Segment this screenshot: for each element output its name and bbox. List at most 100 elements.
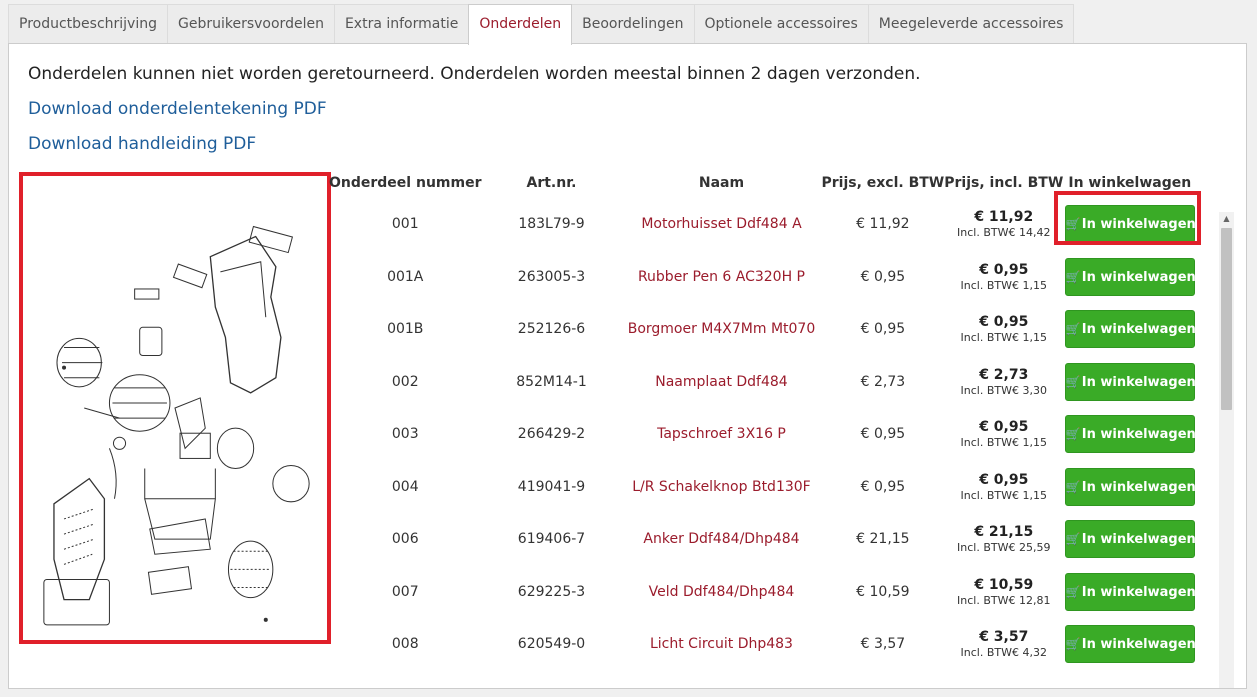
table-row: 008 620549-0 Licht Circuit Dhp483 € 3,57 € 3… — [329, 618, 1196, 671]
tab-extra-informatie[interactable]: Extra informatie — [333, 4, 470, 43]
cart-icon: 🛒 — [1065, 532, 1081, 547]
price-incl-btw: Incl. BTW€ 14,42 — [944, 226, 1063, 239]
tab-onderdelen[interactable]: Onderdelen — [468, 4, 573, 45]
cart-cell: 🛒In winkelwagen — [1063, 513, 1196, 566]
scrollbar-thumb[interactable] — [1221, 228, 1232, 410]
add-to-cart-button[interactable]: 🛒In winkelwagen — [1064, 310, 1196, 349]
price-excl: € 0,95 — [860, 268, 906, 285]
incl-btw-label: Incl. BTW — [960, 488, 1012, 502]
part-name-link[interactable]: Borgmoer M4X7Mm Mt070 — [628, 321, 816, 337]
art-number: 852M14-1 — [516, 373, 587, 390]
incl-btw-value: € 3,30 — [1012, 383, 1047, 397]
part-name-link[interactable]: Anker Ddf484/Dhp484 — [643, 531, 799, 547]
incl-btw-value: € 12,81 — [1008, 593, 1051, 607]
incl-btw-value: € 14,42 — [1008, 226, 1051, 240]
parts-exploded-drawing — [19, 172, 331, 644]
add-to-cart-button[interactable]: 🛒In winkelwagen — [1064, 572, 1196, 611]
table-scrollbar[interactable]: ▲ ▼ — [1219, 212, 1234, 688]
part-name-link[interactable]: Licht Circuit Dhp483 — [650, 636, 793, 652]
add-to-cart-button[interactable]: 🛒In winkelwagen — [1064, 625, 1196, 664]
add-to-cart-label: In winkelwagen — [1081, 427, 1196, 443]
add-to-cart-button[interactable]: 🛒In winkelwagen — [1064, 362, 1196, 401]
incl-btw-value: € 1,15 — [1012, 436, 1047, 450]
part-name-link[interactable]: Motorhuisset Ddf484 A — [641, 216, 801, 232]
incl-btw-label: Incl. BTW — [960, 278, 1012, 292]
part-name-link[interactable]: Naamplaat Ddf484 — [655, 374, 787, 390]
tab-optionele-accessoires[interactable]: Optionele accessoires — [693, 4, 869, 43]
part-name-link[interactable]: L/R Schakelknop Btd130F — [632, 479, 810, 495]
header-price-incl: Prijs, incl. BTW — [944, 175, 1064, 191]
price-excl: € 0,95 — [860, 478, 906, 495]
part-number: 001A — [387, 268, 424, 285]
art-number: 183L79-9 — [518, 216, 585, 233]
price-incl-btw: Incl. BTW€ 25,59 — [944, 541, 1063, 554]
art-number: 252126-6 — [517, 321, 586, 338]
tab-meegeleverde-accessoires[interactable]: Meegeleverde accessoires — [867, 4, 1075, 43]
header-cart: In winkelwagen — [1068, 175, 1192, 191]
incl-btw-value: € 1,15 — [1012, 488, 1047, 502]
header-name: Naam — [698, 175, 745, 191]
cart-cell: 🛒In winkelwagen — [1063, 566, 1196, 619]
price-incl-btw: Incl. BTW€ 3,30 — [944, 384, 1063, 397]
header-art-number: Art.nr. — [526, 175, 577, 191]
part-number: 006 — [391, 531, 419, 548]
incl-btw-label: Incl. BTW — [960, 436, 1012, 450]
incl-btw-label: Incl. BTW — [960, 331, 1012, 345]
tab-productbeschrijving[interactable]: Productbeschrijving — [8, 4, 168, 43]
tab-gebruikersvoordelen[interactable]: Gebruikersvoordelen — [167, 4, 335, 43]
part-name-link[interactable]: Tapschroef 3X16 P — [657, 426, 786, 442]
cart-icon: 🛒 — [1065, 217, 1081, 232]
cart-icon: 🛒 — [1065, 374, 1081, 389]
cart-cell: 🛒In winkelwagen — [1063, 303, 1196, 356]
cart-cell: 🛒In winkelwagen — [1063, 461, 1196, 514]
parts-table: Onderdeel nummer Art.nr. Naam Prijs, exc… — [329, 168, 1196, 671]
price-incl-cell: € 11,92 Incl. BTW€ 14,42 — [944, 198, 1063, 251]
price-excl: € 0,95 — [860, 321, 906, 338]
add-to-cart-button[interactable]: 🛒In winkelwagen — [1064, 257, 1196, 296]
price-incl: € 11,92 — [974, 209, 1034, 226]
table-row: 001B 252126-6 Borgmoer M4X7Mm Mt070 € 0,95 €… — [329, 303, 1196, 356]
tab-bar: Productbeschrijving Gebruikersvoordelen Ex… — [8, 4, 1075, 45]
cart-icon: 🛒 — [1065, 637, 1081, 652]
price-excl: € 11,92 — [856, 216, 910, 233]
price-incl-btw: Incl. BTW€ 1,15 — [944, 489, 1063, 502]
add-to-cart-label: In winkelwagen — [1081, 374, 1196, 390]
part-name-cell: Tapschroef 3X16 P — [621, 408, 821, 461]
incl-btw-value: € 1,15 — [1012, 278, 1047, 292]
part-name-cell: Anker Ddf484/Dhp484 — [621, 513, 821, 566]
price-incl-cell: € 0,95 Incl. BTW€ 1,15 — [944, 408, 1063, 461]
add-to-cart-button[interactable]: 🛒In winkelwagen — [1064, 205, 1196, 244]
table-row: 004 419041-9 L/R Schakelknop Btd130F € 0,95… — [329, 461, 1196, 514]
part-name-cell: Motorhuisset Ddf484 A — [621, 198, 821, 251]
tab-beoordelingen[interactable]: Beoordelingen — [571, 4, 695, 43]
part-name-link[interactable]: Veld Ddf484/Dhp484 — [649, 584, 795, 600]
part-number: 001 — [391, 216, 419, 233]
incl-btw-label: Incl. BTW — [960, 383, 1012, 397]
price-incl-cell: € 2,73 Incl. BTW€ 3,30 — [944, 356, 1063, 409]
price-incl-cell: € 0,95 Incl. BTW€ 1,15 — [944, 461, 1063, 514]
part-number: 003 — [391, 426, 419, 443]
arrow-up-icon[interactable]: ▲ — [1219, 212, 1234, 226]
art-number: 263005-3 — [517, 268, 586, 285]
price-incl-cell: € 0,95 Incl. BTW€ 1,15 — [944, 251, 1063, 304]
price-excl: € 3,57 — [860, 636, 906, 653]
price-incl: € 0,95 — [979, 314, 1029, 331]
price-incl-btw: Incl. BTW€ 12,81 — [944, 594, 1063, 607]
table-row: 001 183L79-9 Motorhuisset Ddf484 A € 11,92 €… — [329, 198, 1196, 251]
download-drawing-link[interactable]: Download onderdelentekening PDF — [28, 99, 327, 119]
price-incl: € 0,95 — [979, 471, 1029, 488]
add-to-cart-button[interactable]: 🛒In winkelwagen — [1064, 520, 1196, 559]
add-to-cart-label: In winkelwagen — [1081, 322, 1196, 338]
price-incl: € 10,59 — [974, 576, 1034, 593]
incl-btw-label: Incl. BTW — [960, 646, 1012, 660]
part-name-link[interactable]: Rubber Pen 6 AC320H P — [638, 269, 805, 285]
part-number: 001B — [387, 321, 424, 338]
price-incl-cell: € 21,15 Incl. BTW€ 25,59 — [944, 513, 1063, 566]
table-row: 003 266429-2 Tapschroef 3X16 P € 0,95 € 0,95… — [329, 408, 1196, 461]
incl-btw-label: Incl. BTW — [957, 541, 1009, 555]
download-manual-link[interactable]: Download handleiding PDF — [28, 134, 256, 154]
cart-cell: 🛒In winkelwagen — [1063, 356, 1196, 409]
add-to-cart-button[interactable]: 🛒In winkelwagen — [1064, 415, 1196, 454]
add-to-cart-button[interactable]: 🛒In winkelwagen — [1064, 467, 1196, 506]
incl-btw-label: Incl. BTW — [957, 226, 1009, 240]
